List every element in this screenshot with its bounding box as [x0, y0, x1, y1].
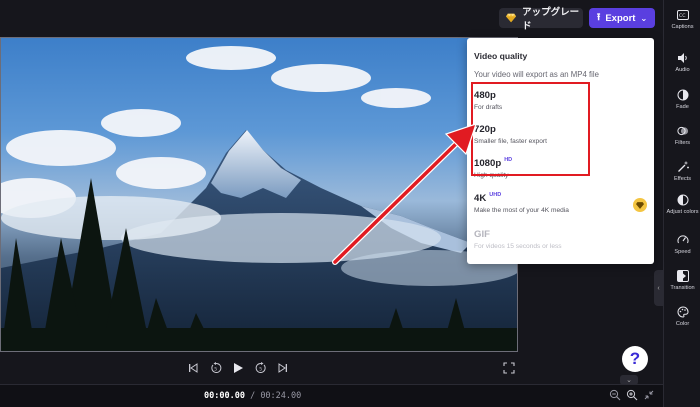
- option-desc: For drafts: [474, 104, 503, 111]
- forward-5s-icon[interactable]: 5: [254, 361, 268, 375]
- menu-subtitle: Your video will export as an MP4 file: [474, 70, 599, 79]
- zoom-in-icon[interactable]: [626, 389, 638, 401]
- diamond-icon: [506, 13, 517, 23]
- mountain-landscape-image: [1, 46, 517, 351]
- option-desc: Make the most of your 4K media: [474, 207, 569, 214]
- timecode: 00:00.00 / 00:24.00: [204, 391, 301, 401]
- sidebar-item-captions[interactable]: CC Captions: [664, 9, 700, 31]
- right-sidebar: CC Captions Audio Fade Filters Effects A…: [663, 0, 700, 407]
- option-desc: Smaller file, faster export: [474, 138, 547, 145]
- hd-badge: HD: [504, 157, 513, 163]
- transition-icon: [676, 270, 689, 282]
- video-preview[interactable]: [0, 37, 518, 352]
- option-desc: High quality: [474, 172, 509, 179]
- option-name: 720p: [474, 124, 496, 135]
- fade-icon: [677, 89, 689, 101]
- help-button[interactable]: ?: [622, 346, 648, 372]
- chevron-down-icon: ⌄: [640, 13, 648, 23]
- sidebar-item-audio[interactable]: Audio: [664, 52, 700, 74]
- current-time: 00:00.00: [204, 391, 245, 401]
- upgrade-label: アップグレード: [522, 7, 580, 32]
- svg-text:5: 5: [259, 367, 262, 373]
- fullscreen-icon[interactable]: [503, 362, 515, 374]
- sidebar-item-label: Color: [675, 321, 690, 327]
- export-label: Export: [605, 12, 636, 24]
- option-480p[interactable]: 480p For drafts: [474, 90, 644, 111]
- svg-text:CC: CC: [679, 13, 685, 19]
- sidebar-item-color[interactable]: Color: [664, 306, 700, 328]
- skip-to-end-icon[interactable]: [276, 361, 290, 375]
- total-time: 00:24.00: [260, 391, 302, 401]
- sidebar-item-label: Captions: [671, 24, 694, 30]
- rewind-5s-icon[interactable]: 5: [209, 361, 223, 375]
- sidebar-item-speed[interactable]: Speed: [664, 234, 700, 256]
- option-4k[interactable]: 4K UHD Make the most of your 4K media: [474, 192, 644, 214]
- scroll-down-icon[interactable]: ⌄: [620, 375, 638, 385]
- palette-icon: [677, 306, 689, 318]
- sidebar-item-fade[interactable]: Fade: [664, 89, 700, 111]
- option-name: 4K: [474, 193, 487, 204]
- play-icon[interactable]: [231, 361, 245, 375]
- zoom-out-icon[interactable]: [609, 389, 621, 401]
- sidebar-item-filters[interactable]: Filters: [664, 125, 700, 147]
- option-name: 480p: [474, 90, 496, 101]
- timeline-bar: [0, 384, 663, 407]
- captions-icon: CC: [676, 9, 689, 21]
- magic-wand-icon: [677, 161, 689, 173]
- fit-timeline-icon[interactable]: [643, 389, 655, 401]
- sidebar-item-effects[interactable]: Effects: [664, 161, 700, 183]
- export-button[interactable]: ⭱ Export ⌄: [589, 8, 655, 28]
- upload-icon: ⭱: [596, 11, 601, 23]
- speaker-icon: [677, 52, 689, 64]
- playback-controls: 5 5: [186, 360, 290, 376]
- sidebar-item-label: Effects: [674, 176, 691, 182]
- filters-icon: [676, 125, 689, 137]
- sidebar-item-label: Adjust colors: [666, 209, 699, 215]
- option-name: 1080p: [474, 158, 502, 169]
- skip-to-start-icon[interactable]: [186, 361, 200, 375]
- option-desc: For videos 15 seconds or less: [474, 243, 562, 250]
- sidebar-item-label: Transition: [670, 285, 695, 291]
- option-name: GIF: [474, 229, 490, 240]
- option-1080p[interactable]: 1080p HD High quality: [474, 157, 644, 179]
- sidebar-item-adjust-colors[interactable]: Adjust colors: [664, 194, 700, 216]
- uhd-badge: UHD: [489, 192, 502, 198]
- sidebar-item-label: Filters: [674, 140, 691, 146]
- export-quality-menu: Video quality Your video will export as …: [467, 38, 654, 264]
- collapse-panel-icon[interactable]: ‹: [654, 270, 663, 306]
- option-gif: GIF For videos 15 seconds or less: [474, 229, 644, 250]
- menu-title: Video quality: [474, 51, 528, 61]
- sidebar-item-label: Audio: [675, 67, 690, 73]
- contrast-icon: [677, 194, 689, 206]
- speedometer-icon: [677, 234, 689, 246]
- sidebar-item-label: Speed: [674, 249, 691, 255]
- upgrade-button[interactable]: アップグレード: [499, 7, 583, 32]
- time-separator: /: [244, 391, 261, 401]
- sidebar-item-label: Fade: [676, 104, 689, 110]
- sidebar-item-transition[interactable]: Transition: [664, 270, 700, 292]
- svg-text:5: 5: [214, 367, 217, 373]
- option-720p[interactable]: 720p Smaller file, faster export: [474, 124, 644, 145]
- premium-diamond-icon: [633, 198, 647, 212]
